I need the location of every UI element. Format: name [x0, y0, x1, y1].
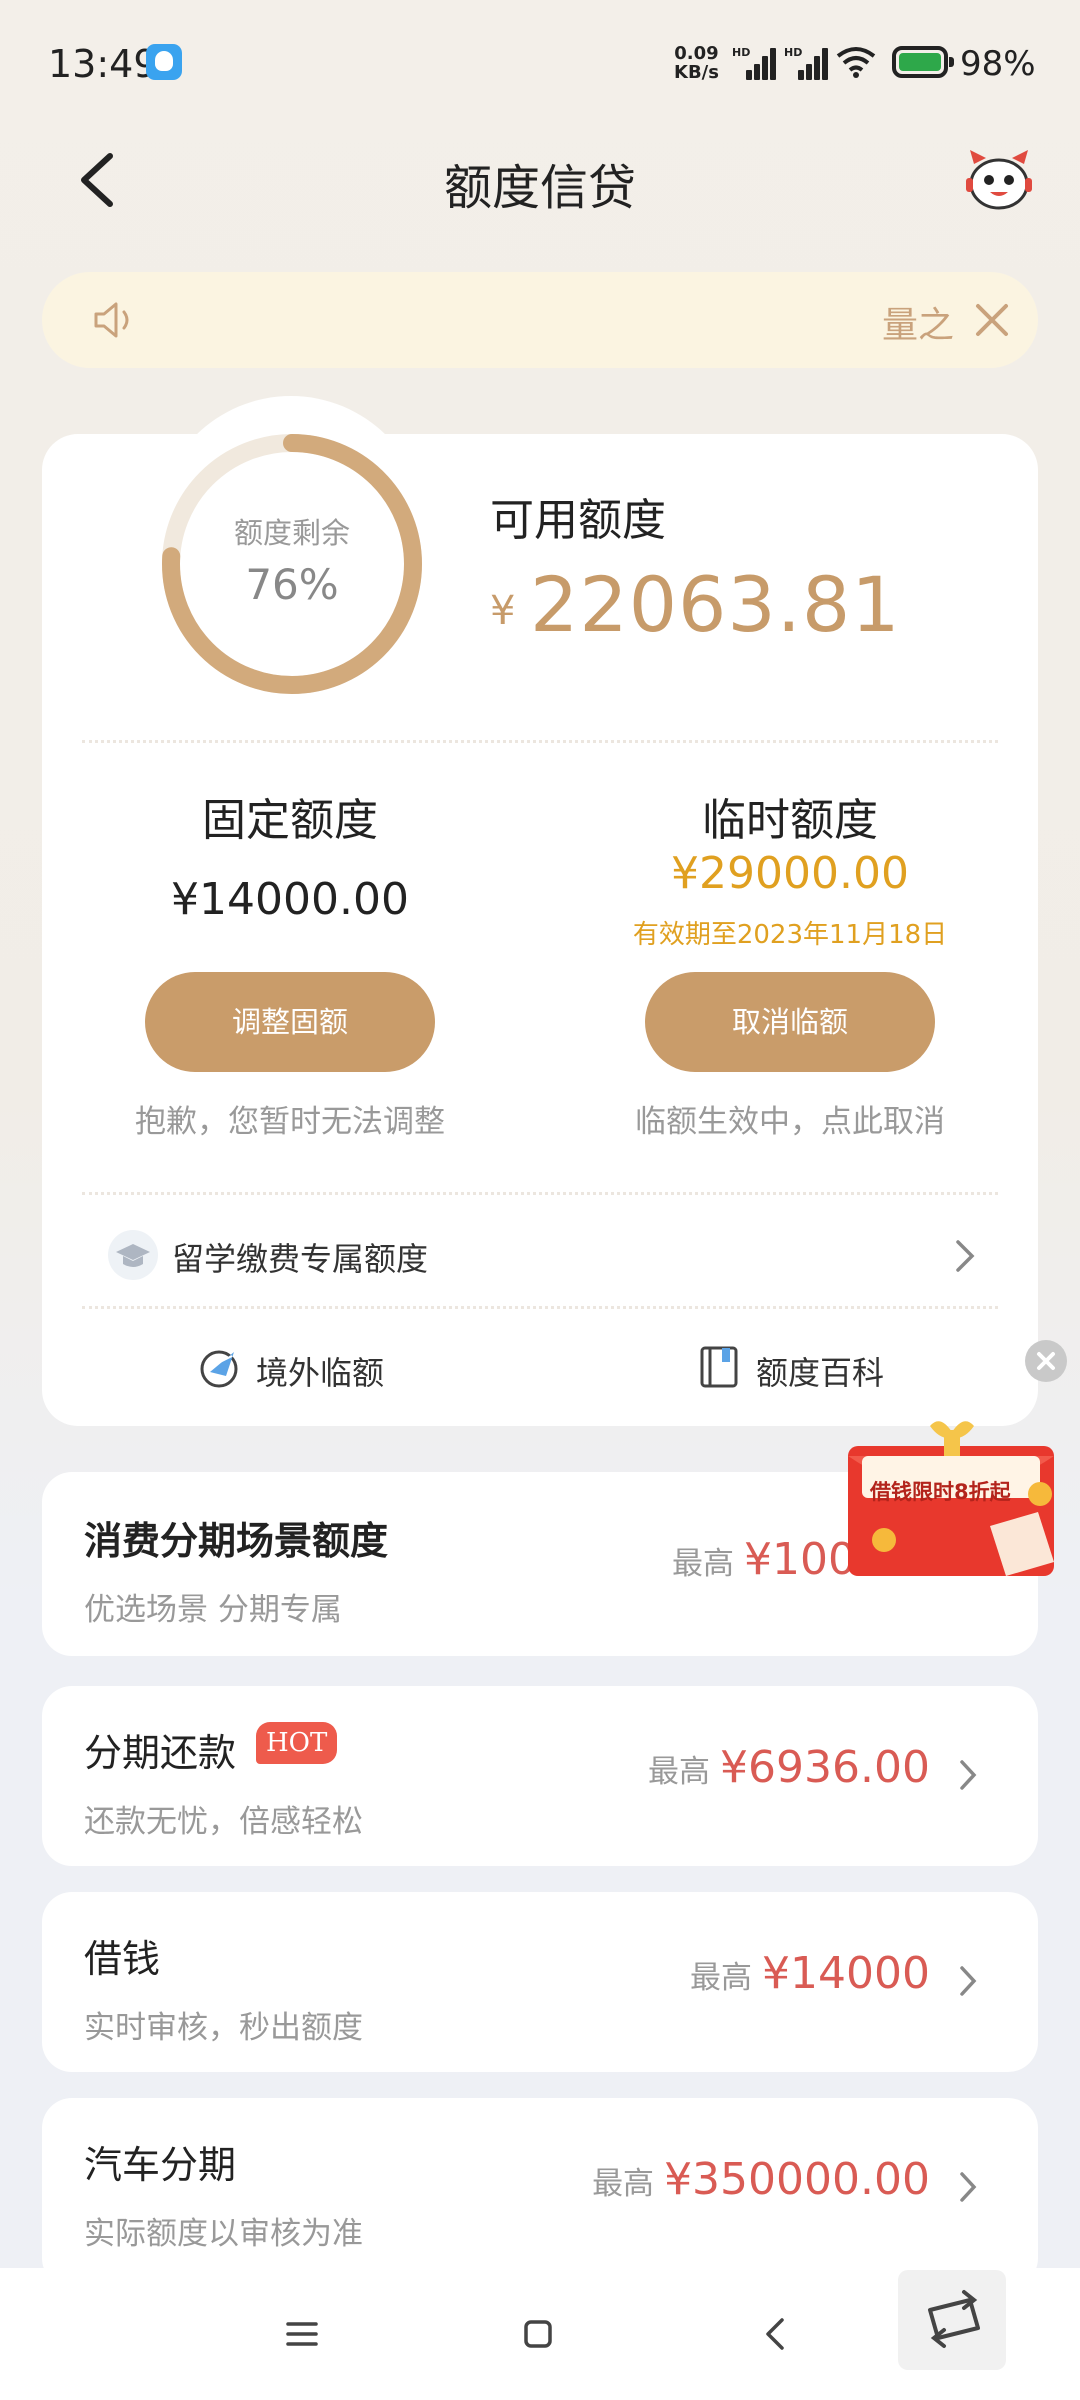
- status-time: 13:49: [48, 42, 158, 86]
- fixed-note: 抱歉，您暂时无法调整: [135, 1104, 445, 1140]
- chevron-right-icon: [960, 1966, 977, 1996]
- network-speed-unit: KB/s: [674, 62, 719, 83]
- mascot-icon[interactable]: [964, 148, 1034, 212]
- fixed-quota-title: 固定额度: [202, 795, 378, 846]
- chevron-right-icon[interactable]: [954, 1238, 976, 1274]
- cancel-temp-button[interactable]: 取消临额: [645, 972, 935, 1072]
- menu-icon[interactable]: [282, 2314, 322, 2354]
- promo-text: 借钱限时8折起: [870, 1480, 1011, 1504]
- network-speed: 0.09 KB/s: [674, 44, 719, 82]
- qq-notification-icon: [146, 44, 182, 80]
- list-item-subtitle: 还款无忧，倍感轻松: [84, 1804, 363, 1840]
- list-item-max-value: ¥6936.00: [720, 1742, 930, 1793]
- temp-quota-amount: ¥29000.00: [671, 848, 909, 899]
- signal-hd-label-2: HD: [784, 46, 803, 59]
- overseas-plane-icon: [200, 1350, 238, 1388]
- signal-hd-label: HD: [732, 46, 751, 59]
- list-item-value: 最高 ¥6936.00: [648, 1742, 930, 1793]
- graduation-cap-icon: [108, 1230, 158, 1280]
- promo-close-icon[interactable]: [1025, 1340, 1067, 1382]
- list-item-title: 汽车分期: [84, 2143, 237, 2187]
- quota-wiki-link[interactable]: 额度百科: [756, 1348, 884, 1394]
- home-icon[interactable]: [518, 2314, 558, 2354]
- list-item-subtitle: 实际额度以审核为准: [84, 2216, 363, 2252]
- hot-badge: HOT: [256, 1722, 338, 1764]
- list-item-max-value: ¥14000: [762, 1948, 930, 1999]
- study-abroad-link[interactable]: 留学缴费专属额度: [172, 1234, 428, 1280]
- speaker-icon: [94, 302, 129, 338]
- notice-text: 量之: [882, 305, 954, 346]
- page-title: 额度信贷: [443, 160, 636, 216]
- list-item[interactable]: 分期还款 HOT 还款无忧，倍感轻松 最高 ¥6936.00: [42, 1686, 1038, 1866]
- ring-value: 76%: [245, 560, 339, 609]
- fixed-quota-amount: ¥14000.00: [171, 874, 409, 925]
- chevron-right-icon: [960, 2172, 977, 2202]
- list-item-subtitle: 优选场景 分期专属: [84, 1592, 342, 1628]
- signal-icon: HD: [732, 46, 776, 80]
- list-item-max-label: 最高: [592, 2166, 655, 2202]
- list-item[interactable]: 借钱 实时审核，秒出额度 最高 ¥14000: [42, 1892, 1038, 2072]
- close-icon[interactable]: [968, 296, 1016, 344]
- chevron-right-icon: [960, 1760, 977, 1790]
- ring-label: 额度剩余: [233, 516, 350, 550]
- rotate-icon[interactable]: [898, 2270, 1006, 2370]
- back-icon[interactable]: [756, 2314, 796, 2354]
- list-item-max-label: 最高: [690, 1960, 753, 1996]
- list-item-max-label: 最高: [648, 1754, 711, 1790]
- status-bar: 13:49 0.09 KB/s HD HD 98%: [0, 0, 1080, 120]
- temp-quota-title: 临时额度: [702, 795, 878, 846]
- list-item[interactable]: 汽车分期 实际额度以审核为准 最高 ¥350000.00: [42, 2098, 1038, 2288]
- network-speed-value: 0.09: [674, 43, 719, 64]
- list-item-title: 分期还款: [84, 1731, 237, 1775]
- list-item-title: 借钱: [84, 1937, 161, 1981]
- list-item-value: 最高 ¥14000: [690, 1948, 930, 1999]
- available-label: 可用额度: [490, 495, 666, 546]
- temp-quota-validity: 有效期至2023年11月18日: [632, 920, 948, 950]
- divider: [82, 1306, 998, 1309]
- battery-percent: 98%: [960, 44, 1036, 84]
- available-currency: ¥: [490, 588, 516, 634]
- adjust-fixed-button[interactable]: 调整固额: [145, 972, 435, 1072]
- book-icon: [700, 1346, 738, 1388]
- notice-bar[interactable]: 量之: [42, 272, 1038, 368]
- wifi-icon: [836, 47, 876, 78]
- divider: [82, 1192, 998, 1195]
- available-amount: 22063.81: [530, 560, 901, 649]
- signal-icon-2: HD: [784, 46, 828, 80]
- overseas-temp-link[interactable]: 境外临额: [256, 1348, 384, 1394]
- list-item-subtitle: 实时审核，秒出额度: [84, 2010, 363, 2046]
- list-item-max-value: ¥350000.00: [664, 2154, 930, 2205]
- list-item-title: 消费分期场景额度: [84, 1519, 389, 1563]
- list-item-max-label: 最高: [672, 1546, 734, 1582]
- list-item-value: 最高 ¥350000.00: [592, 2154, 930, 2205]
- battery-icon: [892, 46, 954, 78]
- divider: [82, 740, 998, 743]
- temp-note[interactable]: 临额生效中，点此取消: [590, 1096, 990, 1141]
